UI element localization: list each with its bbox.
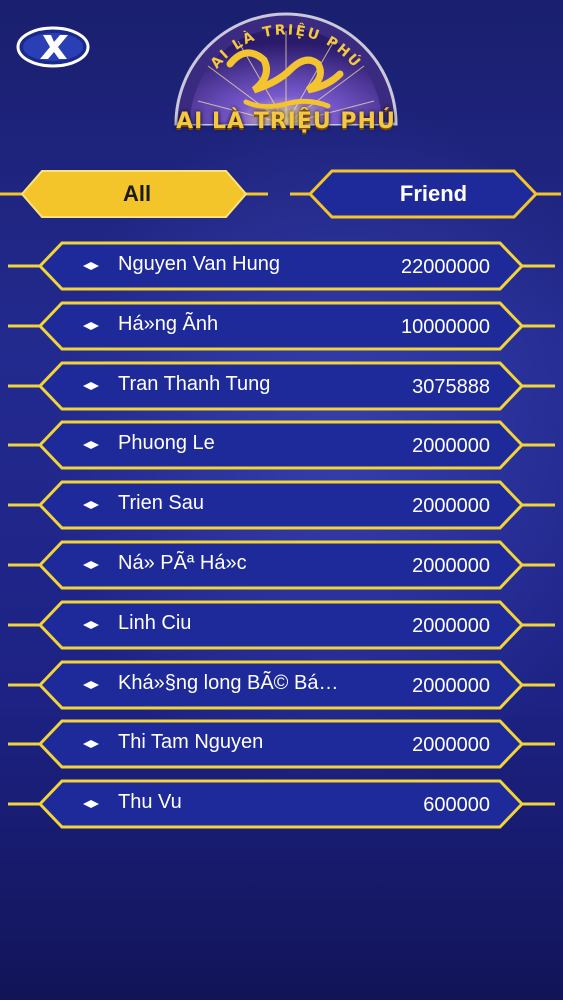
diamond-bullet-icon: [83, 501, 99, 509]
leaderboard-row[interactable]: Linh Ciu 2000000: [0, 597, 563, 653]
leaderboard-row[interactable]: Thu Vu 600000: [0, 776, 563, 832]
player-name: Ná» PÃª Há»c: [118, 552, 247, 574]
player-score: 600000: [423, 794, 490, 816]
player-name: Thi Tam Nguyen: [118, 731, 264, 753]
tab-friend-label: Friend: [399, 181, 468, 206]
diamond-bullet-icon: [83, 621, 99, 629]
logo-caption: AI LÀ TRIỆU PHÚ: [176, 109, 396, 134]
player-score: 10000000: [401, 316, 490, 338]
tab-all-label: All: [122, 181, 152, 206]
diamond-bullet-icon: [83, 262, 99, 270]
leaderboard-row[interactable]: Nguyen Van Hung 22000000: [0, 238, 563, 294]
leaderboard-row[interactable]: Trien Sau 2000000: [0, 477, 563, 533]
leaderboard-row[interactable]: Khá»§ng long BÃ© Bá… 2000000: [0, 657, 563, 713]
diamond-bullet-icon: [83, 681, 99, 689]
leaderboard-row[interactable]: Ná» PÃª Há»c 2000000: [0, 537, 563, 593]
diamond-bullet-icon: [83, 561, 99, 569]
player-name: Há»ng Ãnh: [118, 313, 219, 335]
player-score: 2000000: [412, 675, 490, 697]
leaderboard-row[interactable]: Há»ng Ãnh 10000000: [0, 298, 563, 354]
game-logo: AI LÀ TRIỆU PHÚ AI LÀ TRIỆU PHÚ: [168, 6, 404, 140]
player-name: Nguyen Van Hung: [118, 253, 280, 275]
tab-all[interactable]: All: [0, 166, 270, 222]
player-score: 3075888: [412, 376, 490, 398]
leaderboard-row[interactable]: Tran Thanh Tung 3075888: [0, 358, 563, 414]
player-score: 2000000: [412, 435, 490, 457]
diamond-bullet-icon: [83, 800, 99, 808]
player-name: Thu Vu: [118, 791, 182, 813]
player-score: 2000000: [412, 495, 490, 517]
close-button[interactable]: [16, 26, 90, 68]
player-name: Trien Sau: [118, 492, 204, 514]
player-score: 2000000: [412, 734, 490, 756]
diamond-bullet-icon: [83, 441, 99, 449]
player-score: 22000000: [401, 256, 490, 278]
leaderboard-row[interactable]: Phuong Le 2000000: [0, 417, 563, 473]
player-score: 2000000: [412, 615, 490, 637]
diamond-bullet-icon: [83, 740, 99, 748]
player-name: Tran Thanh Tung: [118, 373, 271, 395]
diamond-bullet-icon: [83, 322, 99, 330]
player-name: Khá»§ng long BÃ© Bá…: [118, 672, 339, 694]
player-score: 2000000: [412, 555, 490, 577]
diamond-bullet-icon: [83, 382, 99, 390]
x-close-icon: [16, 26, 90, 68]
player-name: Phuong Le: [118, 432, 215, 454]
player-name: Linh Ciu: [118, 612, 192, 634]
tab-friend[interactable]: Friend: [290, 166, 563, 222]
leaderboard-row[interactable]: Thi Tam Nguyen 2000000: [0, 716, 563, 772]
